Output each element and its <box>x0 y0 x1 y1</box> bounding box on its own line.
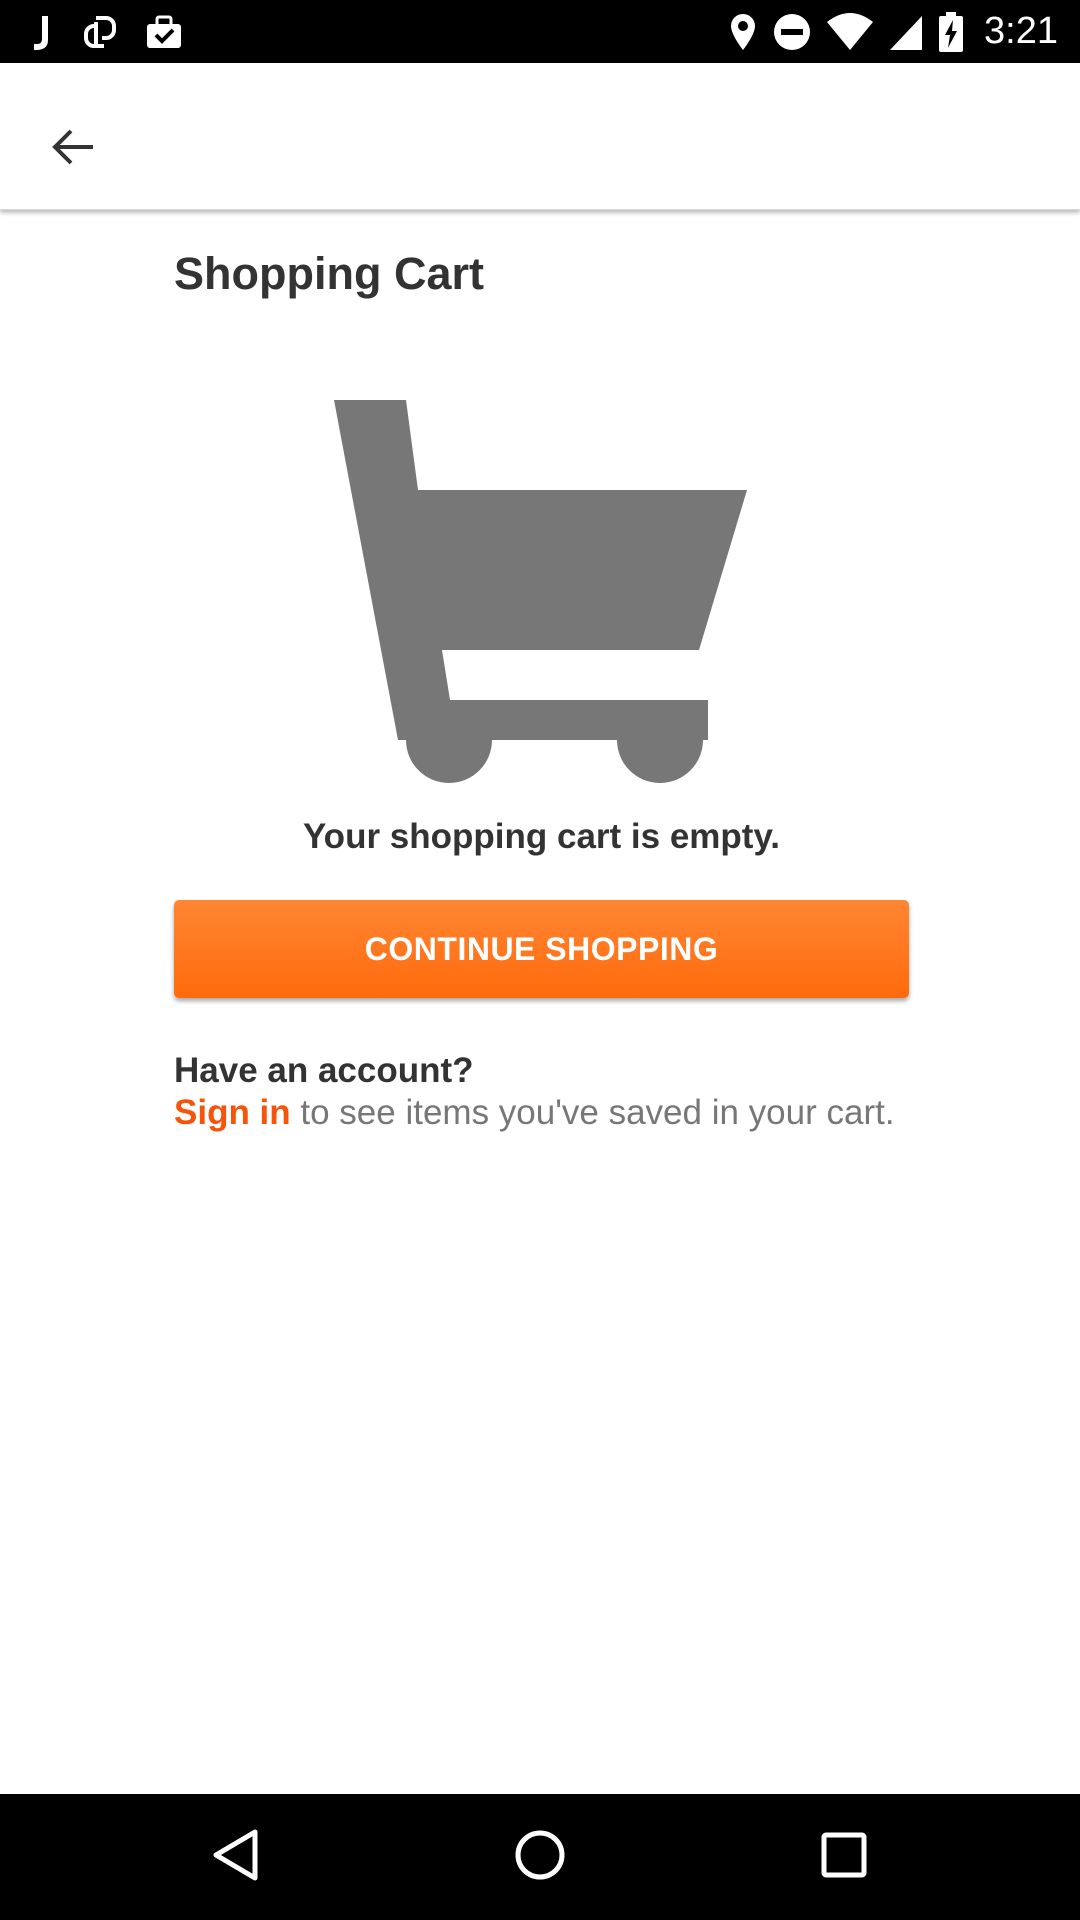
nav-home-button[interactable] <box>470 1794 610 1920</box>
do-not-disturb-icon <box>772 12 812 52</box>
wifi-icon <box>826 12 874 52</box>
nav-recents-button[interactable] <box>774 1794 914 1920</box>
recents-square-icon <box>820 1831 868 1884</box>
account-heading: Have an account? <box>174 1051 474 1090</box>
navigation-bar <box>0 1794 1080 1920</box>
app-bar <box>0 63 1080 210</box>
arrow-back-icon <box>49 123 97 176</box>
sign-in-description: Sign in to see items you've saved in you… <box>174 1092 909 1134</box>
empty-cart-message: Your shopping cart is empty. <box>302 817 781 856</box>
battery-charging-icon <box>938 11 964 53</box>
sign-in-link[interactable]: Sign in <box>174 1093 291 1132</box>
shopping-cart-icon <box>334 400 754 790</box>
status-left-icons <box>28 0 184 63</box>
status-right-icons: 3:21 <box>728 0 1058 63</box>
briefcase-check-icon <box>144 12 184 52</box>
sign-in-suffix: to see items you've saved in your cart. <box>290 1093 895 1132</box>
status-time: 3:21 <box>984 10 1058 52</box>
location-pin-icon <box>728 12 758 52</box>
nav-back-button[interactable] <box>166 1794 306 1920</box>
page-title: Shopping Cart <box>174 248 484 299</box>
j-app-icon <box>28 12 56 52</box>
back-button[interactable] <box>30 106 116 192</box>
account-prompt: Have an account? Sign in to see items yo… <box>174 1050 909 1134</box>
cellular-signal-icon <box>888 12 924 52</box>
continue-shopping-button[interactable]: CONTINUE SHOPPING <box>174 900 909 998</box>
back-triangle-icon <box>211 1828 261 1887</box>
status-bar: 3:21 <box>0 0 1080 63</box>
home-circle-icon <box>513 1828 567 1887</box>
link-icon <box>80 12 120 52</box>
